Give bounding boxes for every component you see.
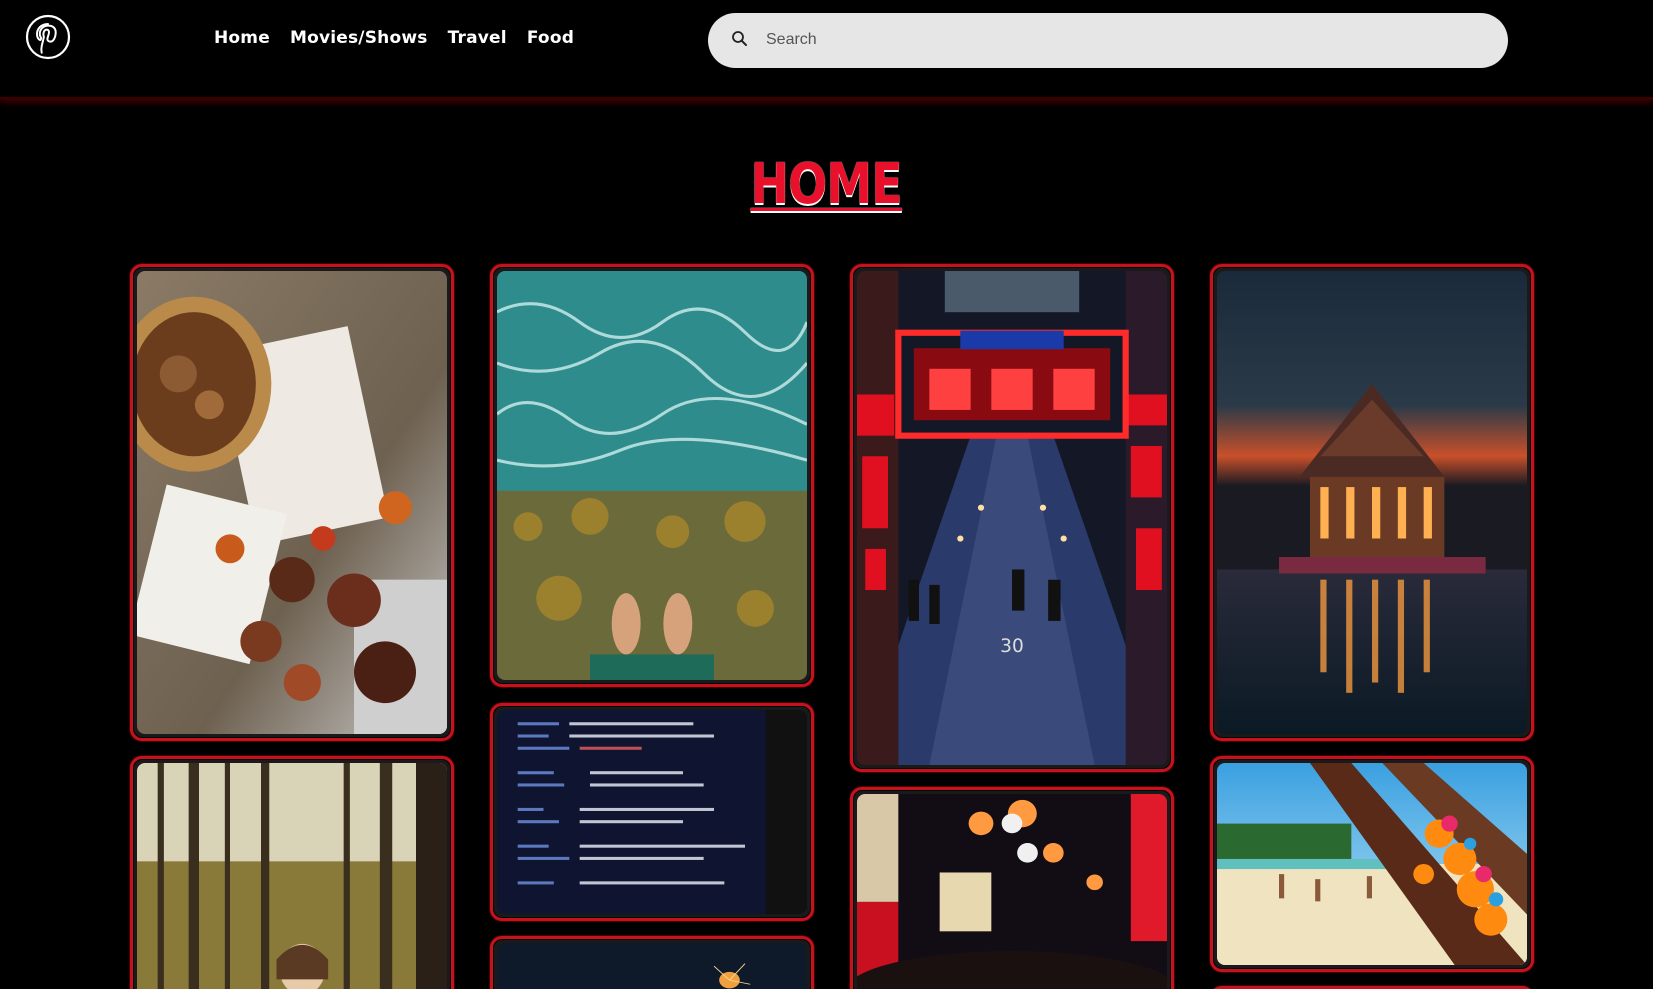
pin-card-code-laptop[interactable] [490,703,814,921]
svg-text:30: 30 [1000,636,1024,657]
pin-image-temple-sunset [1217,271,1527,734]
pin-image-dotonbori: 30 [857,271,1167,765]
pin-card-night-sparkler[interactable] [490,936,814,989]
search-bar[interactable] [708,13,1508,68]
nav-movies-shows-link[interactable]: Movies/Shows [290,28,428,48]
pin-image-ocean-feet [497,271,807,680]
top-bar: Home Movies/Shows Travel Food [0,0,1653,100]
pin-image-night-sparkler [497,943,807,989]
pin-image-code-laptop [497,710,807,914]
pin-image-mushrooms [137,271,447,734]
pin-image-forest [137,763,447,989]
search-input[interactable] [766,23,1486,57]
pin-card-ocean-feet[interactable] [490,264,814,687]
pin-card-dotonbori[interactable]: 30 [850,264,1174,772]
main-nav: Home Movies/Shows Travel Food [214,28,574,48]
pin-card-temple-sunset[interactable] [1210,264,1534,741]
pin-image-beach-boat [1217,763,1527,965]
pin-card-beach-boat[interactable] [1210,756,1534,972]
nav-food-link[interactable]: Food [527,28,574,48]
nav-home-link[interactable]: Home [214,28,270,48]
pin-image-osaka-signs [857,794,1167,989]
pin-card-mushrooms[interactable] [130,264,454,741]
pin-card-forest[interactable] [130,756,454,989]
search-icon[interactable] [730,29,750,49]
page-title: HOME [750,152,903,217]
pin-card-osaka-signs[interactable] [850,787,1174,989]
pinterest-logo-icon[interactable] [25,14,71,60]
nav-travel-link[interactable]: Travel [448,28,507,48]
